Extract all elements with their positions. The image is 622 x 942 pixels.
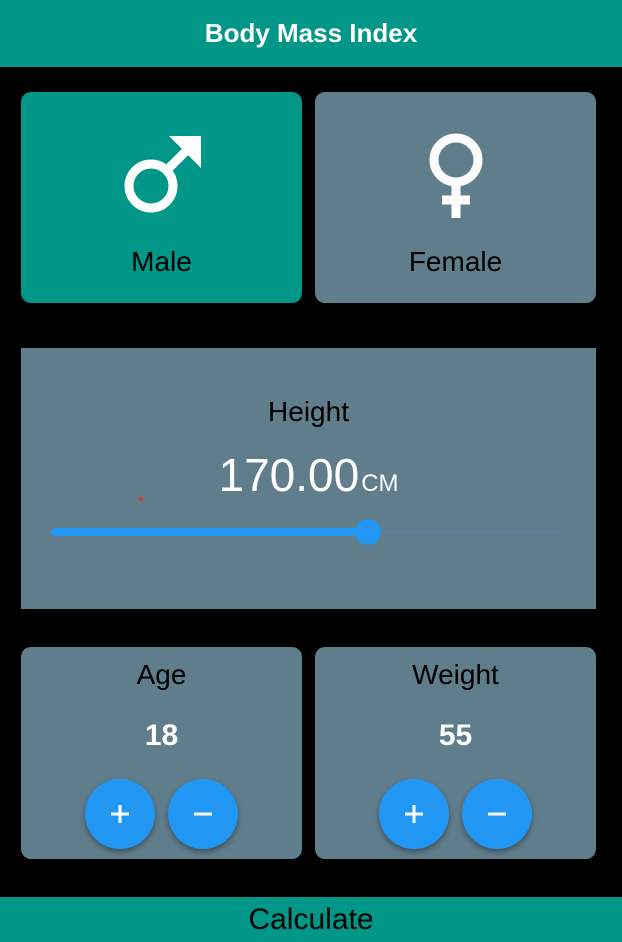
plus-icon [111,805,129,823]
red-dot [139,497,143,501]
age-value: 18 [144,719,179,752]
height-readout: 170.00 CM [21,448,596,502]
slider-thumb[interactable] [355,519,381,545]
height-unit: CM [361,470,399,497]
female-label: Female [408,246,503,277]
height-card: Height 170.00 CM [21,348,596,609]
minus-icon [488,812,506,816]
weight-card: Weight 55 [315,647,596,859]
weight-increment-button[interactable] [379,779,449,849]
weight-buttons [315,779,596,849]
height-title: Height [268,396,349,427]
bmi-app: Body Mass Index Male Female Height 170.0… [0,0,622,942]
age-increment-button[interactable] [85,779,155,849]
calculate-label: Calculate [248,902,374,936]
weight-title: Weight [412,659,499,690]
age-decrement-button[interactable] [168,779,238,849]
female-symbol-icon [429,133,482,218]
male-symbol-icon [124,136,201,213]
plus-icon [405,805,423,823]
age-buttons [21,779,302,849]
male-card[interactable]: Male [21,92,302,303]
weight-decrement-button[interactable] [462,779,532,849]
age-title: Age [136,659,187,690]
height-slider[interactable] [51,518,566,548]
app-bar: Body Mass Index [0,0,622,67]
weight-value: 55 [438,719,473,752]
calculate-button[interactable]: Calculate [0,897,622,942]
slider-active-track [51,528,368,536]
minus-icon [194,812,212,816]
height-value: 170.00 [218,449,360,501]
female-card[interactable]: Female [315,92,596,303]
age-card: Age 18 [21,647,302,859]
male-label: Male [131,246,192,277]
app-title: Body Mass Index [204,18,418,48]
